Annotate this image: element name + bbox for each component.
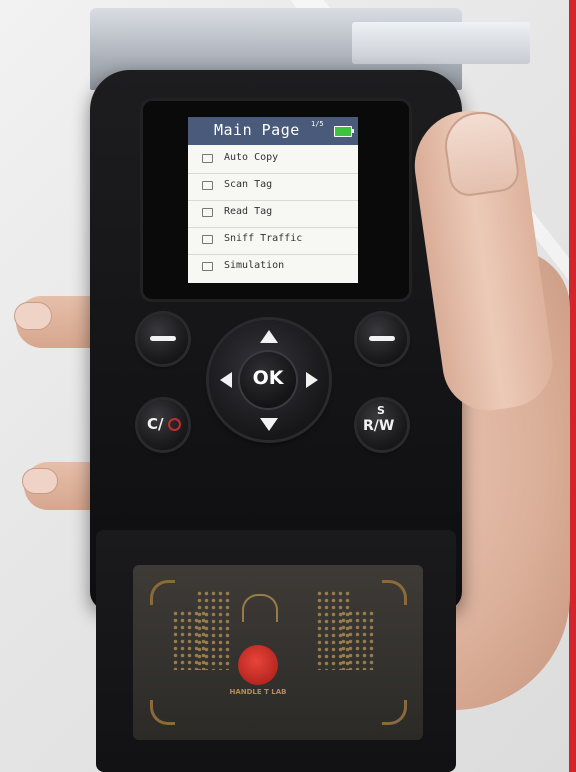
battery-icon (334, 126, 354, 137)
right-soft-key[interactable] (357, 314, 407, 364)
arrow-left-icon[interactable] (220, 372, 232, 388)
menu-item-sniff-traffic[interactable]: Sniff Traffic (188, 227, 358, 255)
rw-label: R/W (363, 418, 395, 434)
ok-button[interactable]: OK (240, 352, 296, 408)
menu-item-label: Scan Tag (224, 179, 273, 190)
menu-item-label: Simulation (224, 260, 285, 271)
sniff-icon (202, 235, 213, 244)
menu-item-auto-copy[interactable]: Auto Copy (188, 146, 358, 174)
fingernail-lower (22, 468, 58, 494)
clear-power-button[interactable]: C/ (138, 400, 188, 450)
power-icon (168, 418, 181, 431)
antenna-symbol-icon (242, 594, 278, 622)
scan-icon (202, 181, 213, 190)
screen-header: Main Page 1/5 (188, 117, 358, 145)
page-indicator: 1/5 (311, 120, 324, 128)
device-top-slot (352, 22, 530, 64)
product-photo: Main Page 1/5 Auto Copy Scan Tag Read Ta… (0, 0, 576, 772)
menu-item-scan-tag[interactable]: Scan Tag (188, 173, 358, 201)
menu-item-read-tag[interactable]: Read Tag (188, 200, 358, 228)
brand-logo (238, 645, 278, 685)
brand-logo-text: HANDLE T LAB (229, 688, 287, 696)
dash-icon (150, 336, 176, 341)
read-write-button[interactable]: S R/W (357, 400, 407, 450)
left-soft-key[interactable] (138, 314, 188, 364)
menu-item-label: Read Tag (224, 206, 273, 217)
simulation-icon (202, 262, 213, 271)
read-icon (202, 208, 213, 217)
screen-title: Main Page (214, 121, 300, 139)
clear-label: C/ (147, 415, 164, 433)
rw-top-label: S (377, 404, 385, 417)
red-edge-stripe (569, 0, 576, 772)
arrow-right-icon[interactable] (306, 372, 318, 388)
dot-pattern-right-outer (340, 610, 374, 670)
fingernail-upper (14, 302, 52, 330)
dot-pattern-left-outer (196, 590, 230, 670)
copy-icon (202, 154, 213, 163)
arrow-down-icon[interactable] (260, 418, 278, 431)
arrow-up-icon[interactable] (260, 330, 278, 343)
dash-icon (369, 336, 395, 341)
menu-item-label: Auto Copy (224, 152, 279, 163)
ok-label: OK (252, 367, 284, 389)
menu-item-label: Sniff Traffic (224, 233, 303, 244)
device-screen: Main Page 1/5 Auto Copy Scan Tag Read Ta… (188, 117, 358, 283)
menu-item-simulation[interactable]: Simulation (188, 254, 358, 281)
